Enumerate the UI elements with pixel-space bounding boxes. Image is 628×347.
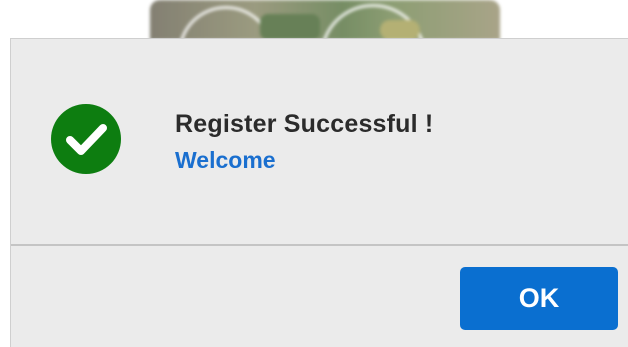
background-shape (260, 14, 320, 40)
dialog-content: Register Successful ! Welcome (11, 39, 628, 244)
success-dialog: Register Successful ! Welcome OK (10, 38, 628, 347)
dialog-title: Register Successful ! (175, 110, 434, 138)
screen: Register Successful ! Welcome OK (0, 0, 628, 347)
background-shape (380, 20, 420, 40)
background-image (150, 0, 500, 40)
divider (11, 244, 628, 246)
dialog-message: Welcome (175, 147, 276, 173)
ok-button[interactable]: OK (460, 267, 618, 330)
checkmark-icon (66, 124, 107, 155)
checkmark-circle-icon (51, 104, 121, 174)
